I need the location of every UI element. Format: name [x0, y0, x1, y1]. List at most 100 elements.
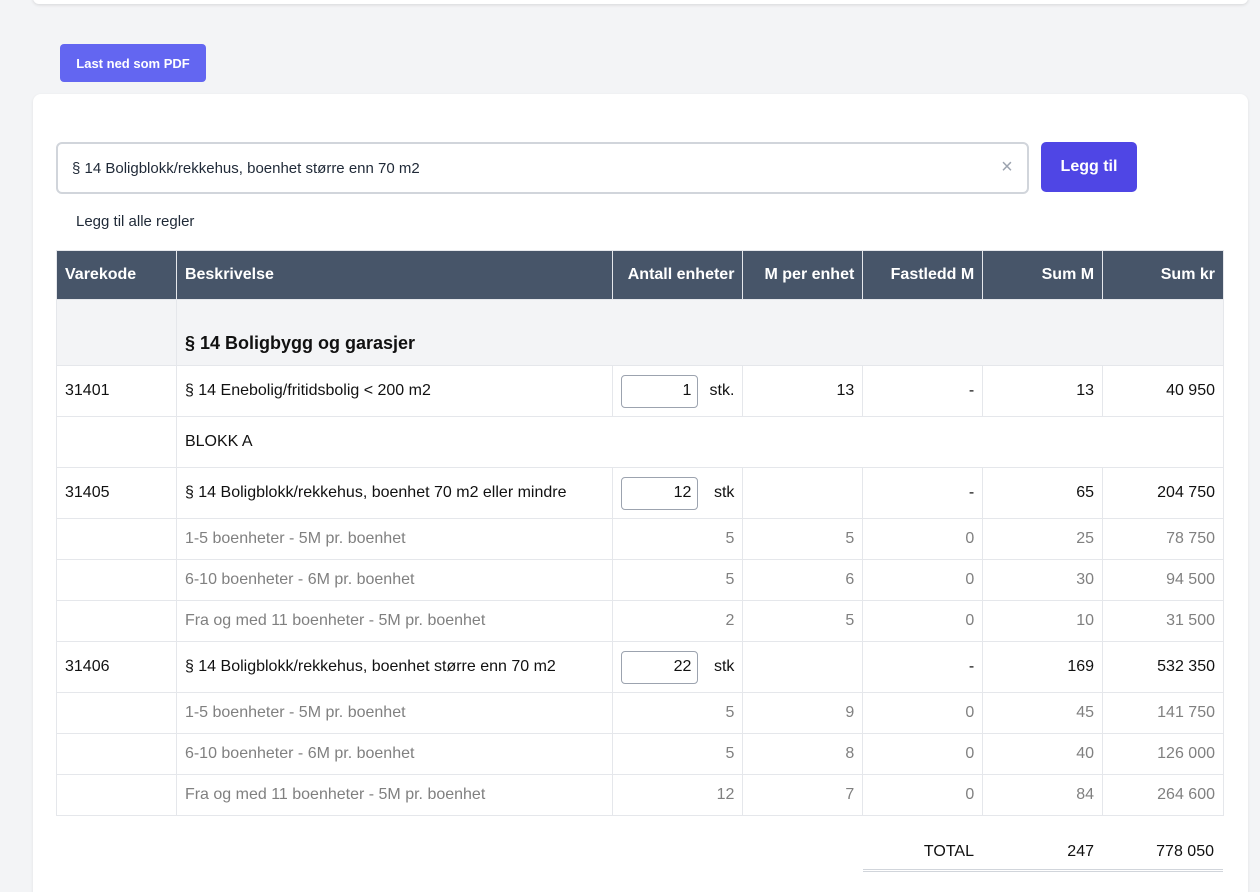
sub-qty: 12	[612, 774, 744, 816]
sub-description: 1-5 boenheter - 5M pr. boenhet	[175, 692, 614, 734]
quantity-cell: stk	[612, 641, 744, 693]
sub-fastledd: 0	[862, 559, 984, 601]
description-cell: § 14 Boligblokk/rekkehus, boenhet større…	[175, 641, 614, 693]
sub-row: Fra og med 11 boenheter - 5M pr. boenhet…	[56, 774, 1224, 816]
sub-fastledd: 0	[862, 518, 984, 560]
sub-sum-m: 45	[982, 692, 1104, 734]
sub-row: 6-10 boenheter - 6M pr. boenhet 5 6 0 30…	[56, 559, 1224, 601]
m-per-cell	[742, 467, 864, 519]
sub-code-cell	[56, 692, 177, 734]
sub-m-per: 5	[742, 518, 864, 560]
code-cell: 31405	[56, 467, 177, 519]
sub-description: 1-5 boenheter - 5M pr. boenhet	[175, 518, 614, 560]
block-code-cell	[56, 416, 177, 468]
sub-qty: 5	[612, 518, 744, 560]
sub-code-cell	[56, 600, 177, 642]
unit-label: stk	[713, 484, 735, 501]
fastledd-cell: -	[862, 365, 984, 417]
sub-qty: 5	[612, 692, 744, 734]
sum-kr-cell: 40 950	[1102, 365, 1224, 417]
rules-table: Varekode Beskrivelse Antall enheter M pe…	[56, 250, 1225, 816]
quantity-input[interactable]	[621, 476, 699, 510]
header-beskrivelse: Beskrivelse	[175, 250, 614, 300]
header-fastledd-m: Fastledd M	[862, 250, 984, 300]
clear-icon[interactable]: ×	[997, 156, 1017, 178]
sub-sum-m: 30	[982, 559, 1104, 601]
sum-kr-cell: 204 750	[1102, 467, 1224, 519]
top-card	[33, 0, 1248, 4]
group-row: § 14 Boligbygg og garasjer	[56, 299, 1225, 366]
sub-code-cell	[56, 559, 177, 601]
sub-fastledd: 0	[862, 733, 984, 775]
sub-sum-m: 10	[982, 600, 1104, 642]
sum-kr-cell: 532 350	[1102, 641, 1224, 693]
sub-m-per: 7	[742, 774, 864, 816]
sub-sum-kr: 126 000	[1102, 733, 1224, 775]
download-pdf-button[interactable]: Last ned som PDF	[60, 44, 206, 82]
header-sum-m: Sum M	[982, 250, 1104, 300]
rule-search-input[interactable]	[72, 144, 972, 192]
m-per-cell	[742, 641, 864, 693]
add-button[interactable]: Legg til	[1041, 142, 1137, 192]
sum-m-cell: 169	[982, 641, 1104, 693]
code-cell: 31406	[56, 641, 177, 693]
total-sum-m: 247	[1067, 843, 1094, 860]
group-title: § 14 Boligbygg og garasjer	[175, 299, 1225, 366]
sub-qty: 5	[612, 733, 744, 775]
sub-fastledd: 0	[862, 692, 984, 734]
sub-sum-kr: 31 500	[1102, 600, 1224, 642]
total-label: TOTAL	[923, 843, 974, 860]
sub-m-per: 5	[742, 600, 864, 642]
group-code-cell	[56, 299, 177, 366]
add-all-rules-link[interactable]: Legg til alle regler	[76, 213, 194, 230]
block-label: BLOKK A	[175, 416, 1225, 468]
header-m-per-enhet: M per enhet	[742, 250, 864, 300]
sub-description: Fra og med 11 boenheter - 5M pr. boenhet	[175, 774, 614, 816]
search-box: ×	[56, 142, 1029, 194]
unit-label: stk.	[709, 382, 735, 399]
sub-m-per: 8	[742, 733, 864, 775]
sub-description: Fra og med 11 boenheter - 5M pr. boenhet	[175, 600, 614, 642]
fastledd-cell: -	[862, 467, 984, 519]
header-varekode: Varekode	[56, 250, 177, 300]
sub-qty: 5	[612, 559, 744, 601]
sub-sum-kr: 141 750	[1102, 692, 1224, 734]
sub-code-cell	[56, 774, 177, 816]
unit-label: stk	[713, 658, 735, 675]
table-header-row: Varekode Beskrivelse Antall enheter M pe…	[56, 250, 1224, 300]
sub-sum-kr: 78 750	[1102, 518, 1224, 560]
sub-row: Fra og med 11 boenheter - 5M pr. boenhet…	[56, 600, 1224, 642]
fastledd-cell: -	[862, 641, 984, 693]
sub-code-cell	[56, 518, 177, 560]
sub-fastledd: 0	[862, 774, 984, 816]
sub-row: 1-5 boenheter - 5M pr. boenhet 5 9 0 45 …	[56, 692, 1224, 734]
total-sum-kr: 778 050	[1156, 843, 1214, 860]
m-per-cell: 13	[742, 365, 864, 417]
table-row-31401: 31401 § 14 Enebolig/fritidsbolig < 200 m…	[56, 365, 1224, 417]
sub-m-per: 6	[742, 559, 864, 601]
table-row-31406: 31406 § 14 Boligblokk/rekkehus, boenhet …	[56, 641, 1224, 693]
quantity-input[interactable]	[621, 374, 699, 408]
quantity-input[interactable]	[621, 650, 699, 684]
header-sum-kr: Sum kr	[1102, 250, 1224, 300]
sub-fastledd: 0	[862, 600, 984, 642]
sub-sum-m: 84	[982, 774, 1104, 816]
sub-sum-m: 25	[982, 518, 1104, 560]
sub-description: 6-10 boenheter - 6M pr. boenhet	[175, 733, 614, 775]
sub-code-cell	[56, 733, 177, 775]
code-cell: 31401	[56, 365, 177, 417]
description-cell: § 14 Enebolig/fritidsbolig < 200 m2	[175, 365, 614, 417]
description-cell: § 14 Boligblokk/rekkehus, boenhet 70 m2 …	[175, 467, 614, 519]
quantity-cell: stk	[612, 467, 744, 519]
sub-row: 1-5 boenheter - 5M pr. boenhet 5 5 0 25 …	[56, 518, 1224, 560]
block-row: BLOKK A	[56, 416, 1225, 468]
sum-m-cell: 65	[982, 467, 1104, 519]
sum-m-cell: 13	[982, 365, 1104, 417]
sub-m-per: 9	[742, 692, 864, 734]
sub-sum-m: 40	[982, 733, 1104, 775]
header-antall-enheter: Antall enheter	[612, 250, 744, 300]
sub-row: 6-10 boenheter - 6M pr. boenhet 5 8 0 40…	[56, 733, 1224, 775]
sub-qty: 2	[612, 600, 744, 642]
sub-description: 6-10 boenheter - 6M pr. boenhet	[175, 559, 614, 601]
table-row-31405: 31405 § 14 Boligblokk/rekkehus, boenhet …	[56, 467, 1224, 519]
